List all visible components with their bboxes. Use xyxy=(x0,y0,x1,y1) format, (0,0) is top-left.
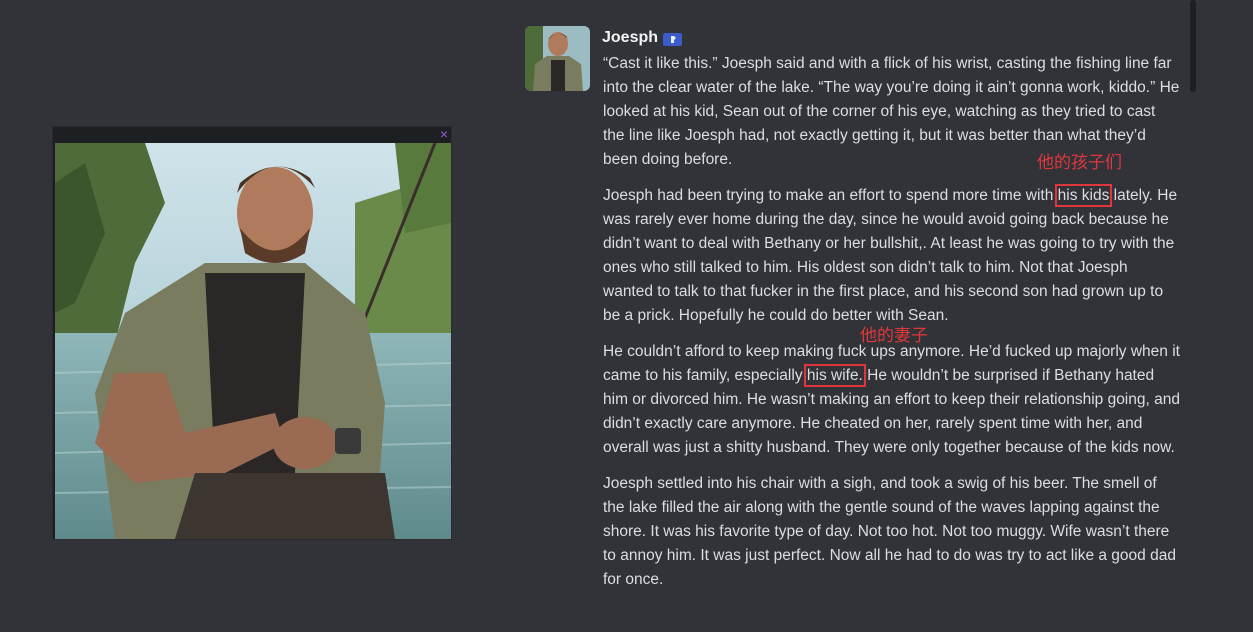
paragraph-text: lately. He was rarely ever home during t… xyxy=(603,187,1178,324)
role-badge-icon xyxy=(663,33,682,46)
message-paragraph: He couldn’t afford to keep making fuck u… xyxy=(603,340,1181,460)
author-avatar[interactable] xyxy=(525,26,590,91)
chat-view: × Joesph “Cast it like this.” Joesph sai… xyxy=(0,0,1253,632)
annotation-wife: 他的妻子 xyxy=(860,326,928,346)
annotation-kids: 他的孩子们 xyxy=(1037,153,1122,173)
highlighted-phrase-wife: his wife. xyxy=(803,364,866,387)
message-paragraph: Joesph settled into his chair with a sig… xyxy=(603,475,1176,588)
image-panel-titlebar: × xyxy=(53,126,451,143)
highlighted-phrase-kids: his kids xyxy=(1054,184,1113,207)
scrollbar-thumb[interactable] xyxy=(1190,0,1196,92)
author-name[interactable]: Joesph xyxy=(602,29,658,47)
paragraph-text: Joesph had been trying to make an effort… xyxy=(603,187,1058,204)
message-paragraph: Joesph had been trying to make an effort… xyxy=(603,184,1181,328)
character-portrait-image xyxy=(55,143,451,539)
image-preview-panel: × xyxy=(52,126,452,540)
close-icon[interactable]: × xyxy=(440,126,448,142)
